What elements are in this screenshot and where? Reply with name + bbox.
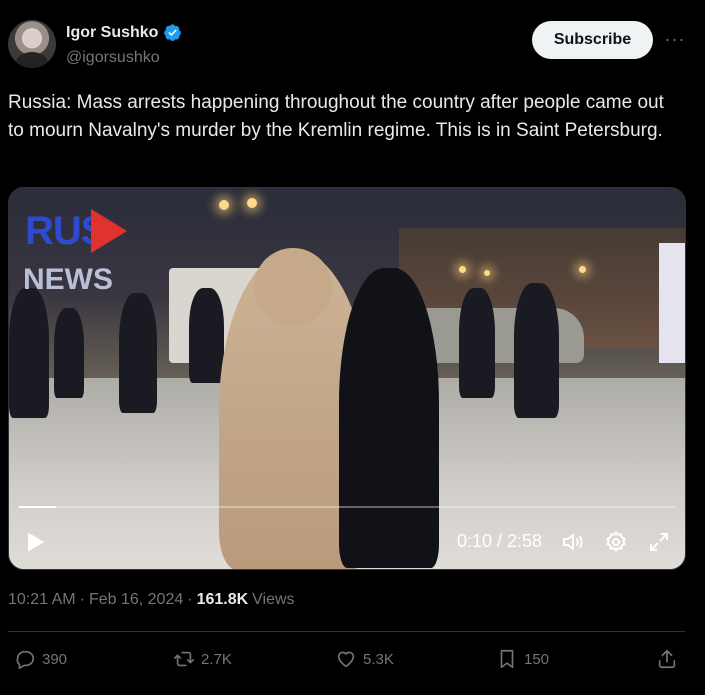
- like-button[interactable]: 5.3K: [335, 648, 394, 670]
- video-person: [514, 283, 559, 418]
- rus-news-watermark: RUS NEWS: [21, 203, 136, 298]
- street-light: [484, 270, 490, 276]
- avatar[interactable]: [8, 20, 56, 68]
- reply-button[interactable]: 390: [14, 648, 67, 670]
- handle[interactable]: @igorsushko: [66, 49, 160, 67]
- video-person-dark: [339, 268, 439, 568]
- divider: [8, 631, 685, 632]
- street-light: [459, 266, 466, 273]
- video-player[interactable]: RUS NEWS 0:10 / 2:58: [8, 187, 686, 570]
- bookmark-count: 150: [524, 650, 550, 668]
- video-person: [189, 288, 224, 383]
- watermark-news: NEWS: [23, 263, 113, 296]
- meta-separator: ·: [79, 591, 85, 608]
- tweet-meta: 10:21 AM · Feb 16, 2024 · 161.8K Views: [8, 591, 295, 609]
- subscribe-button[interactable]: Subscribe: [532, 21, 653, 59]
- verified-badge-icon: [164, 24, 182, 41]
- street-light: [247, 198, 257, 208]
- video-person: [459, 288, 495, 398]
- reply-icon: [16, 650, 35, 669]
- bookmark-icon: [500, 649, 514, 669]
- views-label: Views: [252, 591, 295, 608]
- play-icon[interactable]: [23, 530, 47, 554]
- video-hood: [254, 248, 332, 326]
- views-count: 161.8K: [196, 591, 249, 608]
- street-light: [219, 200, 229, 210]
- video-time: 0:10 / 2:58: [457, 531, 543, 551]
- tweet-date[interactable]: Feb 16, 2024: [89, 591, 183, 609]
- share-icon: [658, 649, 676, 669]
- repost-icon: [174, 651, 194, 667]
- meta-separator: ·: [187, 591, 193, 608]
- like-count: 5.3K: [363, 650, 394, 668]
- tweet-time[interactable]: 10:21 AM: [8, 591, 76, 609]
- settings-icon[interactable]: [604, 530, 628, 554]
- display-name[interactable]: Igor Sushko: [66, 24, 158, 42]
- repost-count: 2.7K: [201, 650, 232, 668]
- watermark-triangle: [91, 209, 127, 253]
- street-light: [579, 266, 586, 273]
- heart-icon: [337, 651, 355, 668]
- video-person: [9, 288, 49, 418]
- video-progress-bar[interactable]: [19, 506, 675, 508]
- video-person: [119, 293, 157, 413]
- video-person: [54, 308, 84, 398]
- share-button[interactable]: [656, 648, 678, 670]
- tweet-text: Russia: Mass arrests happening throughou…: [8, 92, 664, 141]
- repost-button[interactable]: 2.7K: [173, 648, 232, 670]
- video-van: [659, 243, 685, 363]
- author-name-row[interactable]: Igor Sushko: [66, 23, 182, 42]
- volume-icon[interactable]: [561, 530, 585, 554]
- reply-count: 390: [42, 650, 68, 668]
- more-options-icon[interactable]: ···: [662, 26, 688, 52]
- bookmark-button[interactable]: 150: [496, 648, 549, 670]
- video-progress-fill: [19, 506, 56, 508]
- fullscreen-icon[interactable]: [647, 530, 671, 554]
